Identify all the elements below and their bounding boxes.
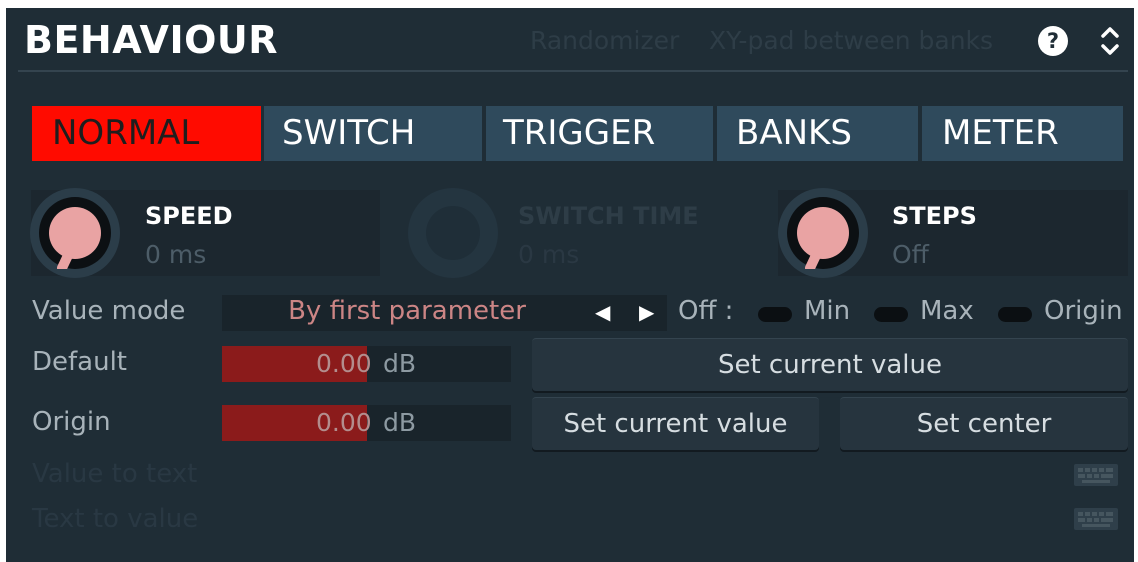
steps-control[interactable]: STEPS Off (778, 188, 1128, 278)
expand-collapse-icon[interactable] (1098, 20, 1122, 62)
default-slider[interactable]: 0.00 dB (222, 346, 511, 382)
switch-time-knob (408, 188, 498, 278)
origin-value: 0.00 (316, 408, 372, 437)
tab-meter[interactable]: METER (922, 106, 1123, 161)
tab-label: BANKS (736, 113, 852, 153)
default-value: 0.00 (316, 349, 372, 378)
value-to-text-label: Value to text (32, 459, 198, 489)
min-toggle-label[interactable]: Min (804, 296, 850, 326)
origin-label: Origin (32, 407, 111, 437)
toggles-off-label: Off : (678, 296, 734, 326)
steps-value: Off (892, 240, 929, 269)
speed-value: 0 ms (145, 240, 207, 269)
tab-label: METER (942, 113, 1059, 153)
panel-title: BEHAVIOUR (24, 18, 279, 62)
triangle-right-icon[interactable]: ▶ (639, 300, 654, 324)
speed-label: SPEED (145, 202, 233, 230)
header-divider (18, 70, 1128, 72)
tab-normal[interactable]: NORMAL (32, 106, 261, 161)
origin-toggle-led[interactable] (998, 307, 1032, 322)
speed-knob[interactable] (30, 188, 120, 278)
origin-slider[interactable]: 0.00 dB (222, 405, 511, 441)
tab-label: TRIGGER (503, 113, 656, 153)
speed-control[interactable]: SPEED 0 ms (30, 188, 380, 278)
tab-label: SWITCH (282, 113, 416, 153)
value-mode-value[interactable]: By first parameter (222, 296, 592, 326)
switch-time-value: 0 ms (518, 240, 580, 269)
default-set-current-button[interactable]: Set current value (532, 338, 1128, 391)
triangle-left-icon[interactable]: ◀ (595, 300, 610, 324)
origin-set-current-button[interactable]: Set current value (532, 397, 819, 450)
xy-pad-link[interactable]: XY-pad between banks (709, 26, 993, 55)
behaviour-panel: BEHAVIOUR Randomizer XY-pad between bank… (6, 8, 1134, 562)
origin-toggle-label[interactable]: Origin (1044, 296, 1123, 326)
origin-set-center-button[interactable]: Set center (840, 397, 1128, 450)
max-toggle-label[interactable]: Max (920, 296, 974, 326)
origin-unit: dB (383, 408, 417, 437)
max-toggle-led[interactable] (874, 307, 908, 322)
switch-time-control: SWITCH TIME 0 ms (404, 188, 753, 278)
keyboard-icon (1074, 464, 1118, 486)
text-to-value-label: Text to value (32, 504, 199, 534)
tab-trigger[interactable]: TRIGGER (486, 106, 713, 161)
keyboard-icon (1074, 508, 1118, 530)
steps-label: STEPS (892, 202, 977, 230)
default-unit: dB (383, 349, 417, 378)
tab-label: NORMAL (52, 113, 200, 153)
randomizer-link[interactable]: Randomizer (530, 26, 679, 55)
min-toggle-led[interactable] (758, 307, 792, 322)
default-label: Default (32, 347, 127, 377)
switch-time-label: SWITCH TIME (518, 202, 699, 230)
value-mode-label: Value mode (32, 296, 186, 326)
tab-banks[interactable]: BANKS (717, 106, 918, 161)
steps-knob[interactable] (778, 188, 868, 278)
help-icon[interactable]: ? (1038, 26, 1068, 56)
tab-switch[interactable]: SWITCH (264, 106, 482, 161)
